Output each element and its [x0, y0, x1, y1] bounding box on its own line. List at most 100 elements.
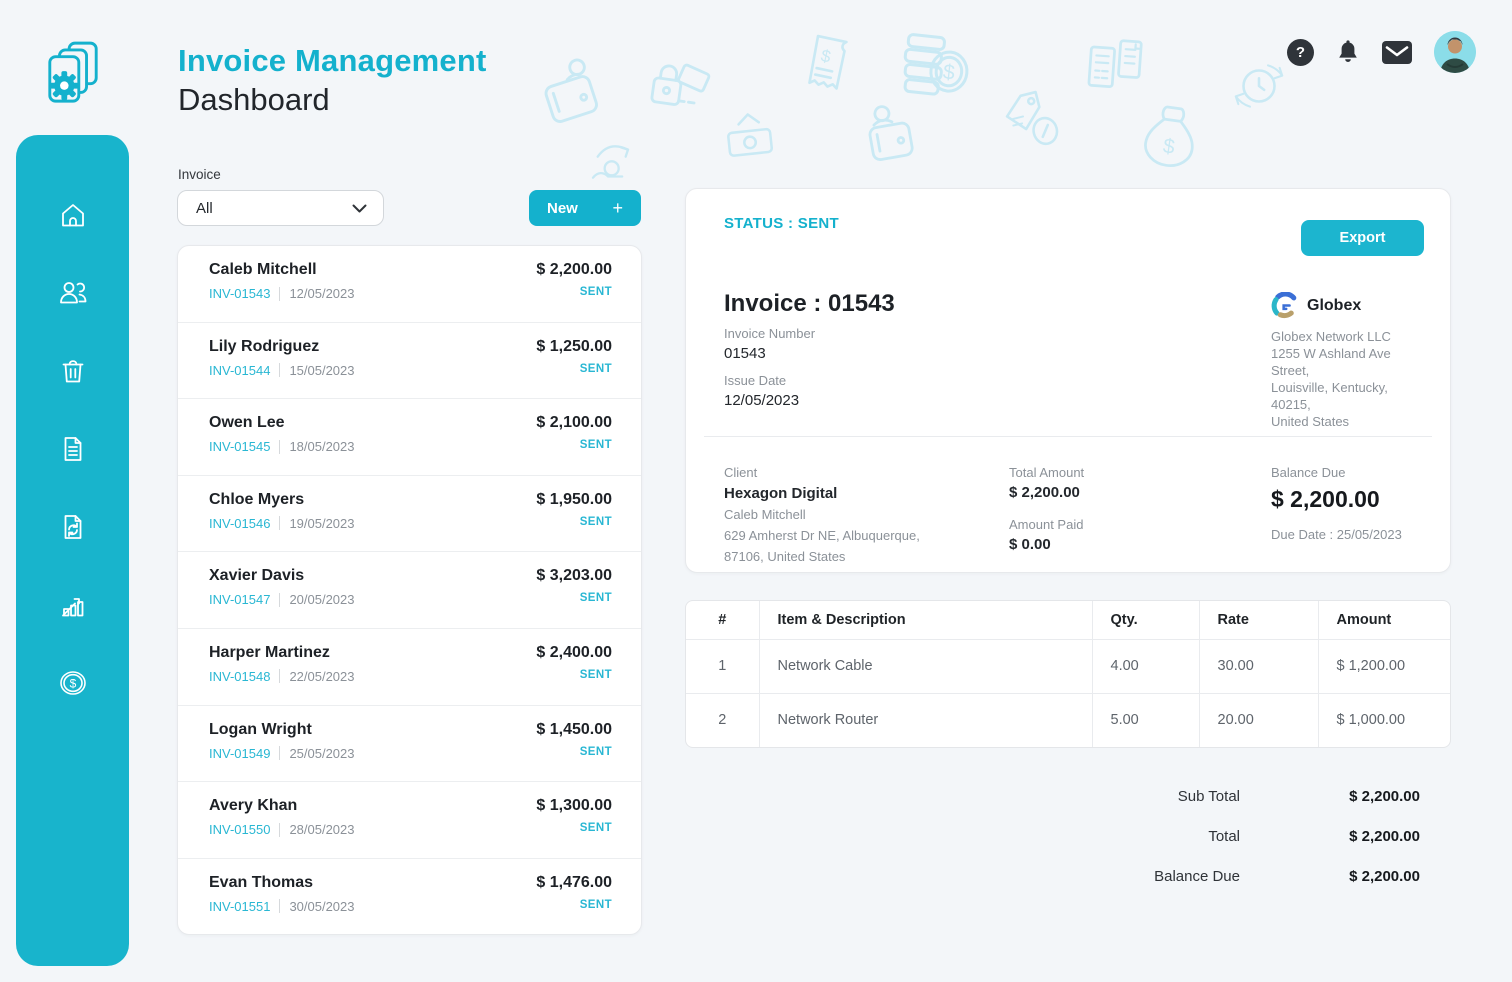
sidebar-item-home[interactable] — [50, 192, 96, 238]
table-header-row: # Item & Description Qty. Rate Amount — [686, 601, 1451, 639]
item-amount: $ 1,000.00 — [1318, 693, 1451, 747]
svg-text:$: $ — [819, 45, 833, 67]
divider — [279, 746, 280, 760]
home-icon — [58, 200, 88, 230]
client-name: Logan Wright — [209, 721, 355, 739]
issue-date-value: 12/05/2023 — [724, 392, 799, 409]
invoice-status-label: STATUS : SENT — [724, 215, 839, 232]
status-badge: SENT — [536, 822, 612, 834]
totals-block: Sub Total $ 2,200.00 Total $ 2,200.00 Ba… — [1100, 776, 1420, 896]
plus-icon: + — [612, 198, 623, 219]
trash-icon — [58, 356, 88, 386]
sidebar-item-analytics[interactable] — [50, 582, 96, 628]
new-button-label: New — [547, 200, 578, 217]
divider — [279, 669, 280, 683]
column-header-desc: Item & Description — [759, 601, 1092, 639]
notifications-button[interactable] — [1336, 39, 1360, 65]
document-icon — [58, 434, 88, 464]
balance-block: Balance Due $ 2,200.00 Due Date : 25/05/… — [1271, 465, 1402, 542]
invoice-list-item[interactable]: Owen Lee INV-01545 18/05/2023 $ 2,100.00… — [178, 399, 641, 476]
status-badge: SENT — [536, 669, 612, 681]
invoice-amount: $ 1,450.00 — [536, 721, 612, 739]
decor-coins-stack-icon: $ — [892, 24, 976, 115]
decor-wallet-person-icon — [530, 46, 621, 142]
client-name: Evan Thomas — [209, 874, 355, 892]
invoice-amount: $ 2,400.00 — [536, 644, 612, 662]
decor-hand-coin-icon — [586, 135, 642, 183]
invoice-number-label: Invoice Number — [724, 326, 815, 341]
company-block: Globex Globex Network LLC 1255 W Ashland… — [1271, 292, 1431, 430]
sidebar-item-payments[interactable]: $ — [50, 660, 96, 706]
decor-lock-cards-icon — [641, 51, 718, 126]
sidebar-item-documents[interactable] — [50, 426, 96, 472]
invoice-list-item[interactable]: Evan Thomas INV-01551 30/05/2023 $ 1,476… — [178, 859, 641, 935]
new-invoice-button[interactable]: New + — [529, 190, 641, 226]
divider — [704, 436, 1432, 437]
client-address-line: 87106, United States — [724, 548, 920, 565]
invoice-detail-card: STATUS : SENT Export Invoice : 01543 Inv… — [685, 188, 1451, 573]
client-name: Xavier Davis — [209, 567, 355, 585]
invoice-list-item[interactable]: Harper Martinez INV-01548 22/05/2023 $ 2… — [178, 629, 641, 706]
client-name: Caleb Mitchell — [209, 261, 355, 279]
svg-text:$: $ — [69, 677, 76, 691]
invoice-number-link: INV-01546 — [209, 516, 270, 531]
divider — [279, 440, 280, 454]
svg-text:$: $ — [1161, 134, 1176, 158]
line-items-table: # Item & Description Qty. Rate Amount 1 … — [685, 600, 1451, 748]
invoice-list-item[interactable]: Lily Rodriguez INV-01544 15/05/2023 $ 1,… — [178, 323, 641, 400]
invoice-date: 15/05/2023 — [289, 363, 354, 378]
invoice-number-link: INV-01545 — [209, 439, 270, 454]
total-value: $ 2,200.00 — [1292, 788, 1420, 805]
client-name: Chloe Myers — [209, 491, 355, 509]
page-subtitle: Dashboard — [178, 81, 487, 120]
client-name: Avery Khan — [209, 797, 355, 815]
invoice-date: 22/05/2023 — [289, 669, 354, 684]
selected-filter-value: All — [196, 200, 213, 217]
invoice-list-item[interactable]: Chloe Myers INV-01546 19/05/2023 $ 1,950… — [178, 476, 641, 553]
client-address-line: 629 Amherst Dr NE, Albuquerque, — [724, 527, 920, 544]
amount-paid-label: Amount Paid — [1009, 517, 1084, 532]
invoice-number-link: INV-01547 — [209, 592, 270, 607]
invoice-number-link: INV-01543 — [209, 286, 270, 301]
balance-due-label: Balance Due — [1271, 465, 1402, 480]
company-address-line: Globex Network LLC — [1271, 328, 1431, 345]
invoice-amount: $ 3,203.00 — [536, 567, 612, 585]
svg-text:$: $ — [942, 61, 956, 85]
item-qty: 5.00 — [1092, 693, 1199, 747]
invoice-list-item[interactable]: Avery Khan INV-01550 28/05/2023 $ 1,300.… — [178, 782, 641, 859]
total-label: Balance Due — [1154, 868, 1240, 885]
invoice-filter-select[interactable]: All — [177, 190, 384, 226]
status-badge: SENT — [536, 363, 612, 375]
total-amount-value: $ 2,200.00 — [1009, 484, 1084, 501]
app-logo — [44, 40, 102, 112]
document-sync-icon — [58, 512, 88, 542]
sidebar-item-clients[interactable] — [50, 270, 96, 316]
invoice-title: Invoice : 01543 — [724, 290, 895, 318]
sidebar-item-trash[interactable] — [50, 348, 96, 394]
invoice-number-link: INV-01551 — [209, 899, 270, 914]
divider — [279, 823, 280, 837]
export-button[interactable]: Export — [1301, 220, 1424, 256]
invoice-number-link: INV-01544 — [209, 363, 270, 378]
mail-icon — [1382, 41, 1412, 64]
mail-button[interactable] — [1382, 41, 1412, 64]
decor-clock-refresh-icon — [1228, 55, 1290, 117]
total-amount-label: Total Amount — [1009, 465, 1084, 480]
avatar[interactable] — [1434, 31, 1476, 73]
client-contact: Caleb Mitchell — [724, 506, 920, 523]
globex-logo-icon — [1271, 292, 1298, 319]
total-value: $ 2,200.00 — [1292, 828, 1420, 845]
sidebar: $ — [16, 135, 129, 966]
help-icon[interactable]: ? — [1287, 39, 1314, 66]
sidebar-item-sync-documents[interactable] — [50, 504, 96, 550]
invoice-list-item[interactable]: Caleb Mitchell INV-01543 12/05/2023 $ 2,… — [178, 246, 641, 323]
due-date: Due Date : 25/05/2023 — [1271, 527, 1402, 542]
total-label: Sub Total — [1178, 788, 1240, 805]
invoice-amount: $ 1,250.00 — [536, 338, 612, 356]
decor-wallet-icon — [856, 93, 930, 179]
invoice-list-item[interactable]: Xavier Davis INV-01547 20/05/2023 $ 3,20… — [178, 552, 641, 629]
invoice-list-item[interactable]: Logan Wright INV-01549 25/05/2023 $ 1,45… — [178, 706, 641, 783]
invoice-number-link: INV-01550 — [209, 822, 270, 837]
decor-receipt-icon: $ — [796, 29, 855, 96]
client-company-name: Hexagon Digital — [724, 485, 920, 502]
